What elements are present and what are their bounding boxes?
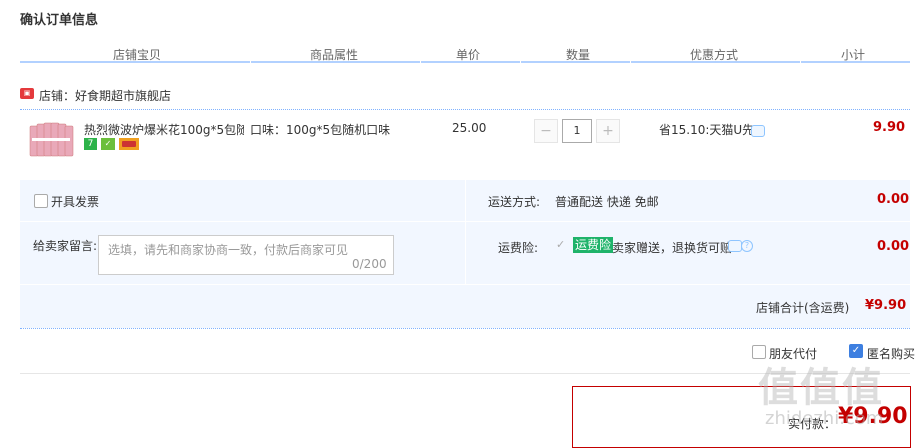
insurance-text: 卖家赠送，退换货可赔 bbox=[612, 241, 733, 255]
quantity-plus-button[interactable]: + bbox=[596, 119, 620, 143]
shop-total-value: ¥9.90 bbox=[865, 298, 907, 313]
divider bbox=[20, 284, 910, 285]
discount-text: 省15.10:天猫U先 bbox=[659, 123, 755, 137]
divider bbox=[466, 221, 910, 222]
header-divider bbox=[250, 61, 251, 63]
card-icon bbox=[119, 138, 139, 150]
unit-price: 25.00 bbox=[452, 121, 487, 135]
watermark-url: zhidezhi.com bbox=[765, 408, 884, 429]
quantity-input[interactable]: 1 bbox=[562, 119, 592, 143]
shipping-method[interactable]: 普通配送 快递 免邮 bbox=[555, 193, 659, 210]
shipping-amount: 0.00 bbox=[877, 192, 910, 207]
header-divider bbox=[520, 61, 521, 63]
invoice-checkbox[interactable] bbox=[34, 194, 48, 208]
product-title[interactable]: 热烈微波炉爆米花100g*5包随… bbox=[84, 121, 244, 138]
message-label: 给卖家留言: bbox=[33, 239, 98, 253]
message-char-count: 0/200 bbox=[352, 257, 387, 271]
chat-icon[interactable] bbox=[728, 240, 742, 252]
divider bbox=[20, 221, 465, 222]
divider bbox=[20, 109, 910, 110]
quantity-minus-button[interactable]: − bbox=[534, 119, 558, 143]
insurance-check-icon: ✓ bbox=[556, 238, 566, 251]
insurance-label: 运费险: bbox=[498, 241, 539, 255]
guarantee-icon: ✓ bbox=[101, 138, 115, 150]
divider bbox=[465, 180, 466, 284]
help-icon[interactable]: ? bbox=[741, 240, 753, 252]
shop-icon: ▣ bbox=[20, 88, 34, 99]
header-divider bbox=[630, 61, 631, 63]
header-divider bbox=[800, 61, 801, 63]
header-underline bbox=[20, 61, 910, 63]
chat-icon[interactable] bbox=[751, 125, 765, 137]
shop-name[interactable]: 店铺：好食期超市旗舰店 bbox=[39, 87, 171, 104]
insurance-amount: 0.00 bbox=[877, 239, 910, 254]
insurance-tag: 运费险 bbox=[573, 237, 614, 253]
product-image[interactable] bbox=[26, 118, 76, 162]
header-divider bbox=[420, 61, 421, 63]
shipping-label: 运送方式: bbox=[488, 195, 541, 209]
shop-total-label: 店铺合计(含运费) bbox=[756, 301, 850, 315]
product-attributes: 口味：100g*5包随机口味 bbox=[250, 123, 391, 137]
page-title: 确认订单信息 bbox=[20, 13, 99, 28]
seven-day-return-icon: 7 bbox=[84, 138, 97, 150]
invoice-label: 开具发票 bbox=[51, 195, 100, 209]
item-subtotal: 9.90 bbox=[873, 120, 906, 135]
message-placeholder: 选填，请先和商家协商一致，付款后商家可见 bbox=[108, 243, 349, 257]
divider bbox=[20, 328, 910, 329]
watermark-logo: 值值值 bbox=[758, 365, 884, 411]
